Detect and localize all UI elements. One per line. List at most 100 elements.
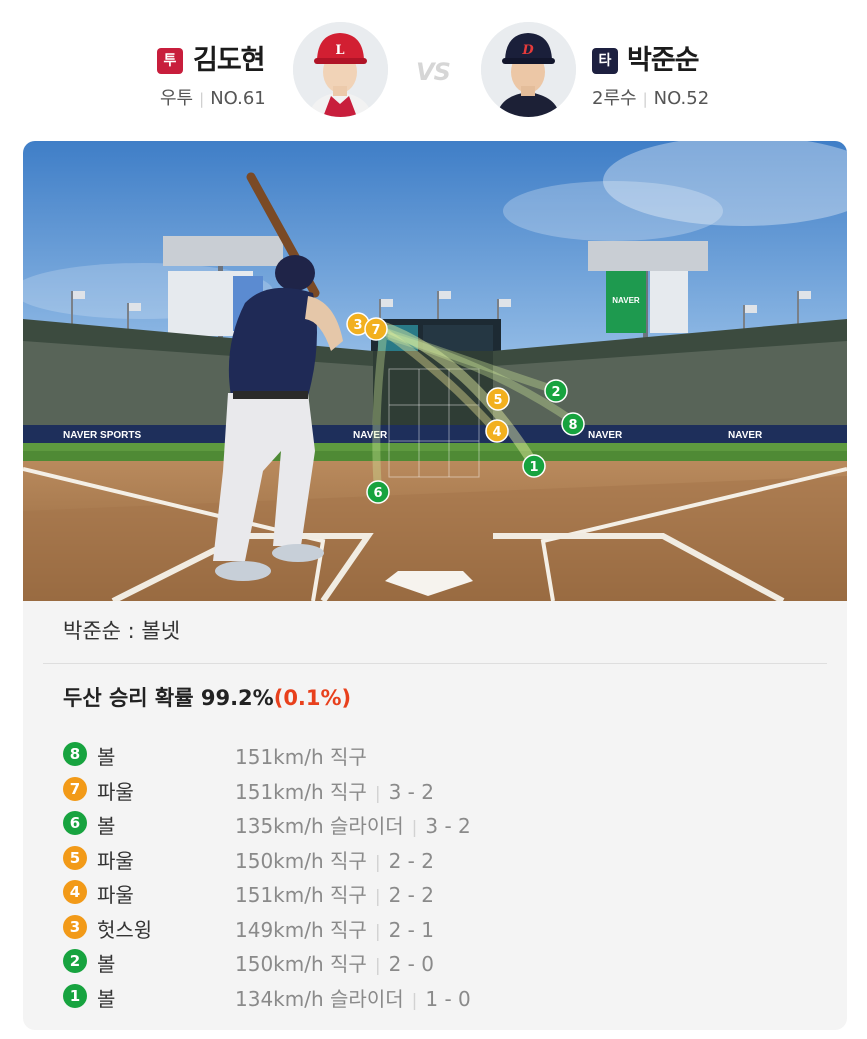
pitch-type: 직구 [330,745,367,769]
pitch-type: 직구 [330,917,367,942]
pitch-result: 볼 [97,986,116,1011]
meta-separator: | [199,90,205,108]
count-separator: | [411,990,418,1011]
divider [43,663,827,664]
pitch-speed: 149km/h [235,917,324,942]
count-separator: | [374,956,381,976]
pitch-info: 135km/h 슬라이더 | 3 - 2 [235,810,471,839]
pitch-count: 1 - 0 [425,986,471,1011]
svg-text:3: 3 [353,318,362,333]
pitch-type: 직구 [330,952,367,976]
pitch-number-badge: 2 [63,949,87,973]
pitch-speed: 150km/h [235,848,324,873]
batter-name[interactable]: 박준순 [627,38,700,77]
pitch-count: 2 - 2 [388,848,434,873]
pitch-type: 슬라이더 [330,814,404,838]
pitcher-avatar[interactable]: L [293,22,388,117]
win-probability-label: 두산 승리 확률 [63,686,194,710]
svg-text:L: L [335,43,344,58]
pitch-result: 파울 [97,883,134,907]
batter-avatar[interactable]: D [481,22,576,117]
batter-meta: 2루수 | NO.52 [592,84,709,110]
matchup-header: 투 김도현 우투 | NO.61 L VS D 타 박준순 2루수 | NO.52 [0,0,867,140]
pitch-result: 볼 [97,814,116,838]
pitch-number-badge: 1 [63,983,87,1008]
count-separator: | [374,783,381,804]
pitch-row-1[interactable]: 1 볼 134km/h 슬라이더 | 1 - 0 [63,980,823,1015]
pitch-row-3[interactable]: 3 헛스윙 149km/h 직구 | 2 - 1 [63,911,823,946]
pitch-count: 3 - 2 [388,779,434,804]
pitch-type: 직구 [330,779,367,804]
pitch-speed: 151km/h [235,745,324,769]
svg-text:4: 4 [492,425,501,440]
pitch-marker-5[interactable]: 5 [486,387,510,411]
pitcher-position: 우투 [160,88,194,109]
pitch-marker-1[interactable]: 1 [522,454,546,478]
svg-text:6: 6 [373,486,382,501]
svg-text:NAVER: NAVER [728,430,763,441]
count-separator: | [411,818,418,838]
pitch-result: 볼 [97,952,116,976]
stadium-field-graphic: NAVER NAVER SPORTS NAVER NAVER NAVER 3 7… [23,141,847,601]
pitch-row-4[interactable]: 4 파울 151km/h 직구 | 2 - 2 [63,876,823,911]
pitch-row-5[interactable]: 5 파울 150km/h 직구 | 2 - 2 [63,842,823,877]
pitch-number-badge: 8 [63,742,87,766]
pitch-marker-6[interactable]: 6 [366,480,390,504]
pitch-speed: 134km/h [235,986,324,1011]
vs-label: VS [416,58,451,86]
svg-text:1: 1 [529,460,538,475]
batter-role-badge: 타 [592,48,618,74]
svg-text:8: 8 [568,418,577,433]
pitch-info: 150km/h 직구 | 2 - 0 [235,948,434,977]
pitch-speed: 151km/h [235,883,324,907]
count-separator: | [374,887,381,907]
pitch-marker-7[interactable]: 7 [364,317,388,341]
pitch-result: 파울 [97,779,134,804]
svg-text:5: 5 [493,393,502,408]
pitch-tracker-card: NAVER NAVER SPORTS NAVER NAVER NAVER 3 7… [23,141,847,1030]
pitch-count: 3 - 2 [425,814,471,838]
pitch-row-2[interactable]: 2 볼 150km/h 직구 | 2 - 0 [63,945,823,980]
pitch-info: 151km/h 직구 [235,741,367,770]
pitch-number-badge: 3 [63,914,87,939]
pitch-number-badge: 5 [63,845,87,870]
pitch-info: 151km/h 직구 | 3 - 2 [235,776,434,805]
pitch-number-badge: 7 [63,776,87,801]
win-probability: 두산 승리 확률 99.2%(0.1%) [63,682,351,712]
pitcher-name[interactable]: 김도현 [193,38,266,77]
pitcher-role-badge: 투 [157,48,183,74]
pitch-count: 2 - 1 [388,917,434,942]
pitch-count: 2 - 0 [388,952,434,976]
batter-position: 2루수 [592,88,637,109]
svg-text:NAVER: NAVER [353,430,388,441]
pitch-type: 슬라이더 [330,986,404,1011]
svg-text:NAVER: NAVER [588,430,623,441]
pitch-marker-8[interactable]: 8 [561,412,585,436]
pitch-type: 직구 [330,883,367,907]
win-probability-value: 99.2% [200,686,274,710]
pitch-type: 직구 [330,848,367,873]
pitch-row-8[interactable]: 8 볼 151km/h 직구 [63,738,823,773]
pitch-row-7[interactable]: 7 파울 151km/h 직구 | 3 - 2 [63,773,823,808]
meta-separator: | [642,90,648,108]
pitcher-meta: 우투 | NO.61 [160,84,266,110]
pitch-count: 2 - 2 [388,883,434,907]
pitch-number-badge: 4 [63,880,87,904]
pitch-result: 파울 [97,848,134,873]
signboard-text: NAVER [612,296,640,305]
pitch-speed: 150km/h [235,952,324,976]
svg-text:7: 7 [371,323,380,338]
pitch-marker-2[interactable]: 2 [544,379,568,403]
svg-text:2: 2 [551,385,560,400]
pitch-row-6[interactable]: 6 볼 135km/h 슬라이더 | 3 - 2 [63,807,823,842]
batter-number: NO.52 [653,88,710,109]
svg-text:NAVER SPORTS: NAVER SPORTS [63,430,141,441]
pitch-marker-4[interactable]: 4 [485,419,509,443]
pitch-speed: 151km/h [235,779,324,804]
win-probability-change: (0.1%) [273,686,352,710]
pitch-info: 149km/h 직구 | 2 - 1 [235,914,434,943]
pitch-result: 볼 [97,745,116,769]
svg-text:D: D [521,43,534,58]
outfield-wall [23,425,847,443]
pitch-result: 헛스윙 [97,917,153,942]
